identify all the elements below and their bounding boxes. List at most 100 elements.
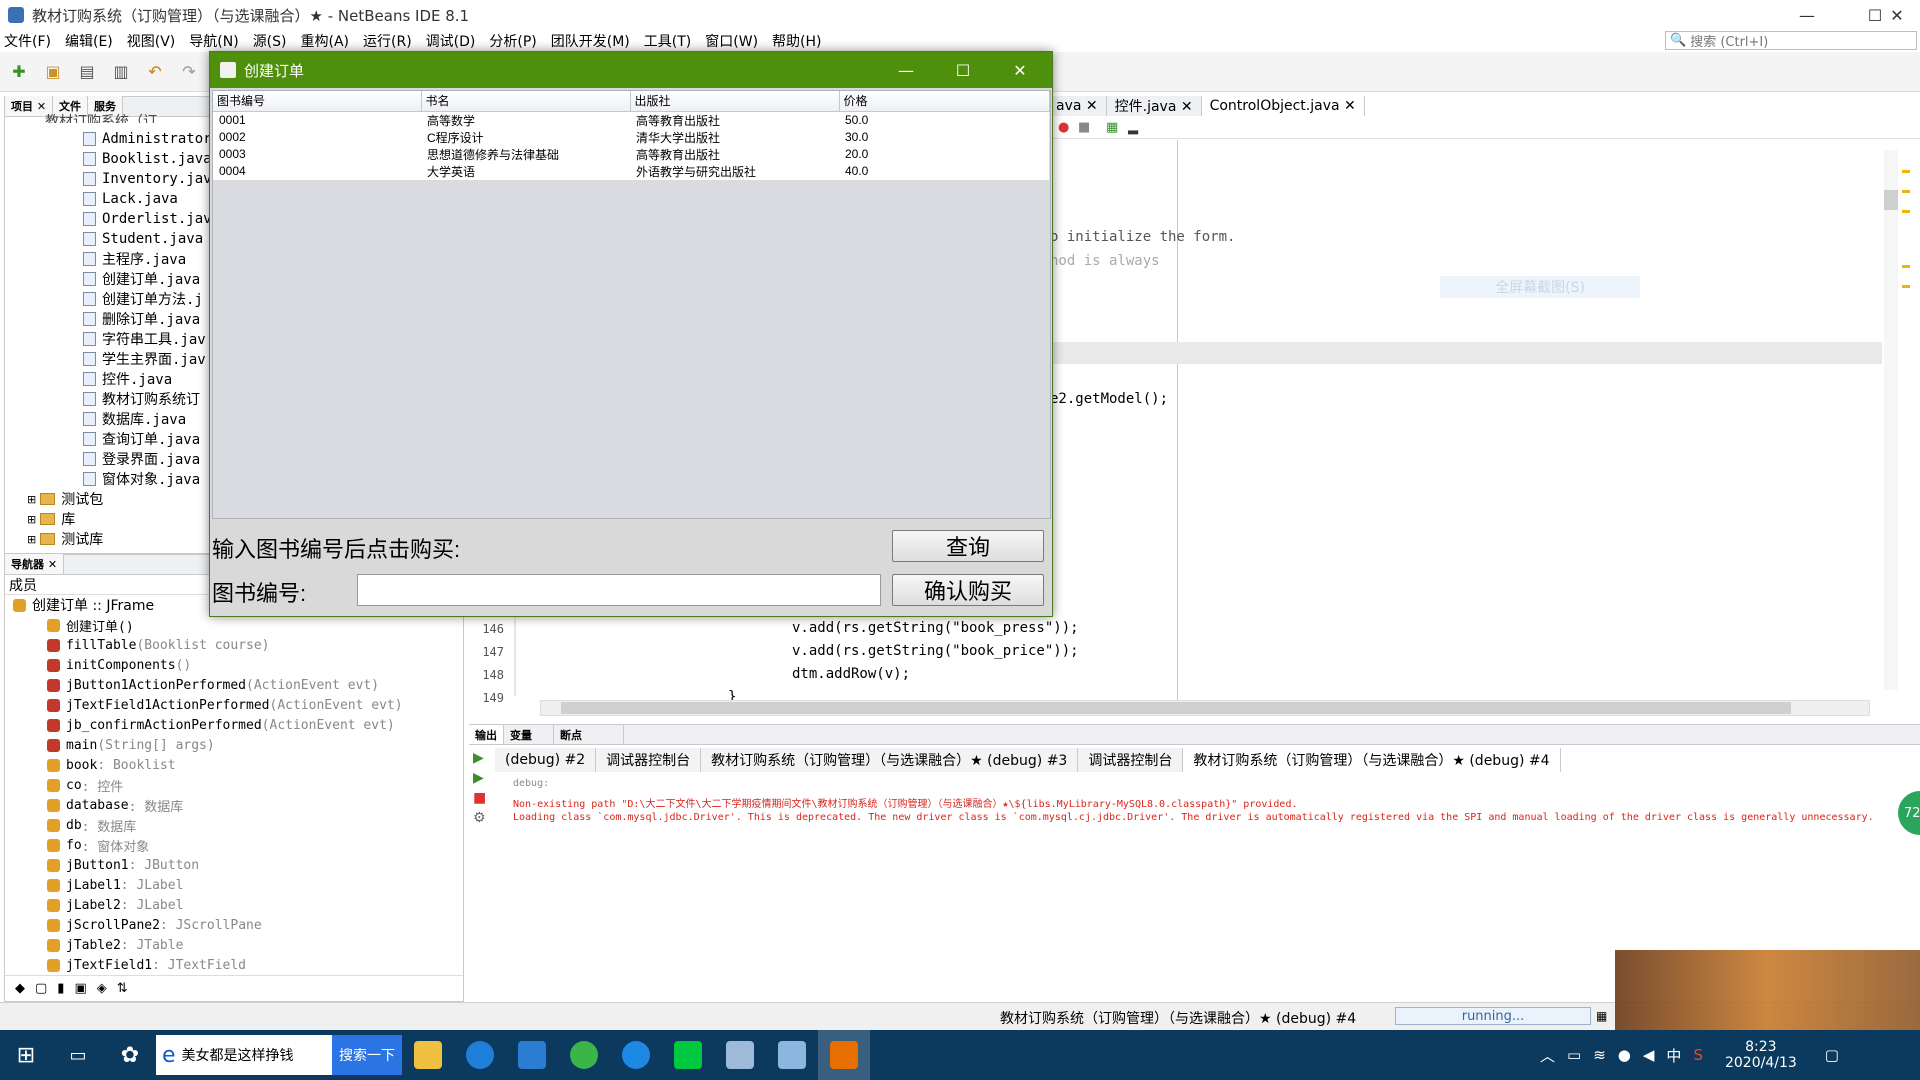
menu-view[interactable]: 视图(V) <box>127 31 176 51</box>
undo-icon[interactable]: ↶ <box>142 59 168 85</box>
taskbar-search-button[interactable]: 搜索一下 <box>332 1035 402 1075</box>
navigator-member[interactable]: db : 数据库 <box>47 815 403 835</box>
table-cell[interactable]: 高等数学 <box>421 111 630 129</box>
maximize-button[interactable] <box>1806 0 1852 30</box>
column-header-price[interactable]: 价格 <box>839 91 1050 112</box>
tab-output[interactable]: 输出 <box>469 725 504 744</box>
table-cell[interactable]: 高等教育出版社 <box>630 111 839 129</box>
table-cell[interactable]: 40.0 <box>839 162 1049 180</box>
clock[interactable]: 8:23 2020/4/13 <box>1725 1039 1797 1071</box>
table-cell[interactable]: 0004 <box>213 162 421 180</box>
sogou-ime-icon[interactable]: S <box>1693 1046 1703 1064</box>
navigator-member[interactable]: fillTable (Booklist course) <box>47 635 403 655</box>
navigator-member[interactable]: jLabel2 : JLabel <box>47 895 403 915</box>
tree-file-item[interactable]: 登录界面.java <box>83 449 212 469</box>
menu-file[interactable]: 文件(F) <box>4 31 51 51</box>
tree-folder-item[interactable]: ⊞ 测试包 <box>27 489 103 509</box>
table-cell[interactable]: 清华大学出版社 <box>630 128 839 146</box>
wifi-icon[interactable]: ≋ <box>1593 1046 1606 1064</box>
stop-icon[interactable]: ● <box>1058 120 1069 135</box>
navigator-member[interactable]: book : Booklist <box>47 755 403 775</box>
tree-folder-item[interactable]: ⊞ 测试库 <box>27 529 103 549</box>
tree-file-item[interactable]: 控件.java <box>83 369 212 389</box>
output-tab[interactable]: 调试器控制台 <box>596 748 702 772</box>
menu-debug[interactable]: 调试(D) <box>426 31 476 51</box>
settings-icon[interactable]: ⚙ <box>473 810 495 826</box>
notification-icon[interactable]: ▢ <box>1825 1046 1839 1064</box>
menu-refactor[interactable]: 重构(A) <box>301 31 350 51</box>
table-cell[interactable]: 外语教学与研究出版社 <box>630 162 839 180</box>
mail-icon[interactable] <box>506 1030 558 1080</box>
java-app-icon[interactable] <box>818 1030 870 1080</box>
tree-file-item[interactable]: 主程序.java <box>83 249 212 269</box>
navigator-member[interactable]: initComponents() <box>47 655 403 675</box>
menu-team[interactable]: 团队开发(M) <box>551 31 630 51</box>
menu-run[interactable]: 运行(R) <box>363 31 412 51</box>
navigator-member[interactable]: 创建订单() <box>47 615 403 635</box>
filter-icon[interactable]: ▢ <box>35 981 47 996</box>
menu-help[interactable]: 帮助(H) <box>772 31 821 51</box>
dialog-minimize-button[interactable]: — <box>883 52 929 88</box>
sort-icon[interactable]: ⇅ <box>117 981 128 996</box>
expand-icon[interactable]: ⊞ <box>27 533 36 546</box>
filter-icon[interactable]: ▣ <box>74 981 86 996</box>
vertical-scrollbar[interactable] <box>1884 150 1898 690</box>
macro-icon[interactable]: ▦ <box>1106 120 1118 135</box>
menu-tools[interactable]: 工具(T) <box>644 31 691 51</box>
table-cell[interactable]: 高等教育出版社 <box>630 145 839 163</box>
table-row[interactable]: 0002 C程序设计 清华大学出版社 30.0 <box>213 128 1049 146</box>
tree-file-item[interactable]: 查询订单.java <box>83 429 212 449</box>
book-number-input[interactable] <box>357 574 881 606</box>
tree-file-item[interactable]: 数据库.java <box>83 409 212 429</box>
navigator-member[interactable]: jButton1ActionPerformed (ActionEvent evt) <box>47 675 403 695</box>
tree-file-item[interactable]: 学生主界面.jav <box>83 349 212 369</box>
grid-icon[interactable]: ▦ <box>1596 1009 1607 1023</box>
menu-navigate[interactable]: 导航(N) <box>189 31 238 51</box>
tab-breakpoints[interactable]: 断点 <box>554 725 624 744</box>
confirm-purchase-button[interactable]: 确认购买 <box>892 574 1044 606</box>
menu-profile[interactable]: 分析(P) <box>489 31 536 51</box>
edge-browser-icon[interactable] <box>454 1030 506 1080</box>
filter-icon[interactable]: ◈ <box>97 981 107 996</box>
tree-file-item[interactable]: 教材订购系统订 <box>83 389 212 409</box>
tree-file-item[interactable]: Lack.java <box>83 189 212 209</box>
editor-tab[interactable]: ava ✕ <box>1048 96 1107 116</box>
bar-icon[interactable]: ▂ <box>1128 120 1138 135</box>
output-tab-active[interactable]: 教材订购系统（订购管理）（与选课融合）★ (debug) #4 <box>1183 748 1561 772</box>
navigator-member[interactable]: main (String[] args) <box>47 735 403 755</box>
expand-icon[interactable]: ⊞ <box>27 493 36 506</box>
menu-window[interactable]: 窗口(W) <box>705 31 758 51</box>
tree-file-item[interactable]: 窗体对象.java <box>83 469 212 489</box>
game-banner-image[interactable] <box>1615 950 1920 1030</box>
query-button[interactable]: 查询 <box>892 530 1044 562</box>
navigator-member[interactable]: database : 数据库 <box>47 795 403 815</box>
book-table[interactable]: 图书编号 书名 出版社 价格 0001 高等数学 高等教育出版社 50.0 00… <box>213 91 1050 180</box>
redo-icon[interactable]: ↷ <box>176 59 202 85</box>
table-cell[interactable]: 20.0 <box>839 145 1049 163</box>
rerun-with-args-icon[interactable]: ▶ <box>473 770 495 786</box>
tree-file-item[interactable]: Orderlist.jav <box>83 209 212 229</box>
table-cell[interactable]: 0003 <box>213 145 421 163</box>
photos-icon[interactable] <box>714 1030 766 1080</box>
output-tab[interactable]: 调试器控制台 <box>1078 748 1184 772</box>
tree-file-item[interactable]: Booklist.java <box>83 149 212 169</box>
chevron-up-icon[interactable]: ︿ <box>1540 1045 1555 1066</box>
horizontal-scrollbar[interactable] <box>540 700 1870 716</box>
tree-file-item[interactable]: 创建订单方法.j <box>83 289 212 309</box>
new-project-icon[interactable]: ▣ <box>40 59 66 85</box>
table-row[interactable]: 0001 高等数学 高等教育出版社 50.0 <box>213 111 1049 129</box>
rerun-icon[interactable]: ▶ <box>473 750 495 766</box>
table-cell[interactable]: 0002 <box>213 128 421 146</box>
sogou-icon[interactable] <box>610 1030 662 1080</box>
open-project-icon[interactable]: ▤ <box>74 59 100 85</box>
navigator-member[interactable]: fo : 窗体对象 <box>47 835 403 855</box>
file-explorer-icon[interactable] <box>402 1030 454 1080</box>
volume-icon[interactable]: ◀ <box>1643 1046 1655 1064</box>
tree-file-item[interactable]: 创建订单.java <box>83 269 212 289</box>
filter-icon[interactable]: ▮ <box>57 981 64 996</box>
stop-icon[interactable]: ■ <box>473 790 495 806</box>
menu-source[interactable]: 源(S) <box>253 31 287 51</box>
navigator-member[interactable]: jTable2 : JTable <box>47 935 403 955</box>
close-button[interactable]: ✕ <box>1874 0 1920 30</box>
virtualbox-icon[interactable] <box>766 1030 818 1080</box>
